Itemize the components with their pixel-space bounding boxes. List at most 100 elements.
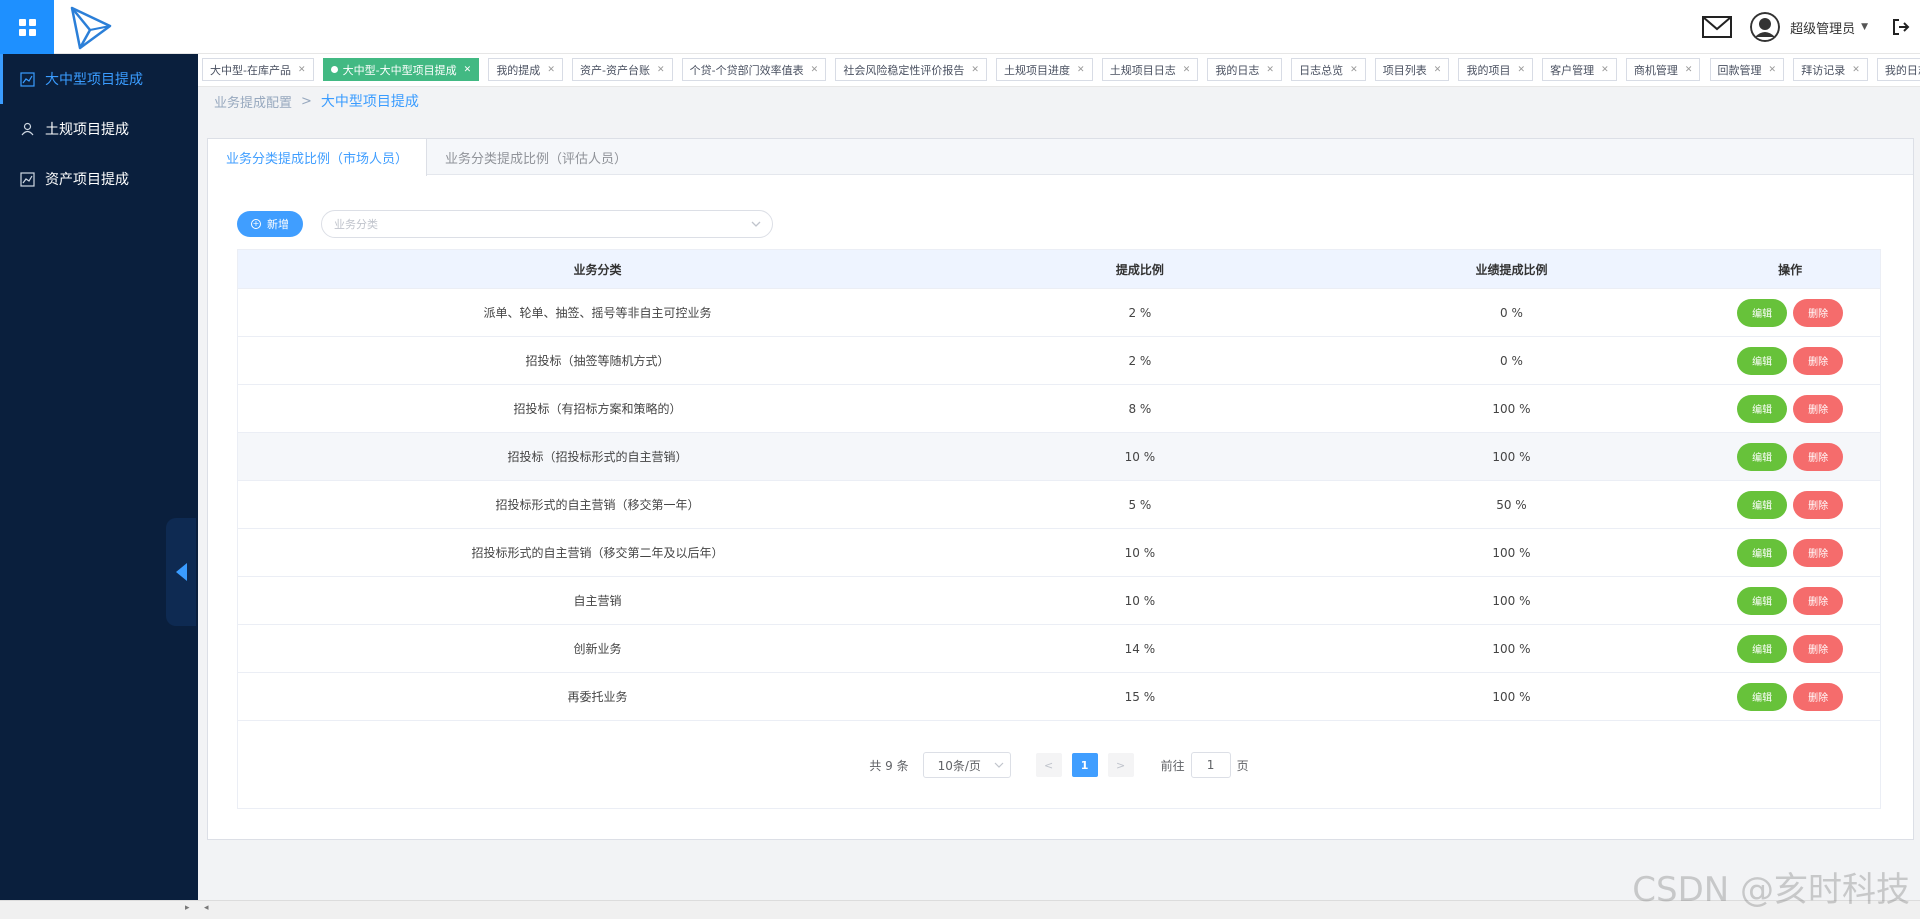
username-label[interactable]: 超级管理员 [1790, 18, 1855, 37]
cell-perf-rate: 0 % [1500, 305, 1523, 320]
page-size-select[interactable]: 10条/页 [922, 752, 1011, 778]
tab-market-staff[interactable]: 业务分类提成比例（市场人员） [208, 139, 428, 176]
breadcrumb-parent[interactable]: 业务提成配置 [214, 92, 292, 111]
cell-rate: 10 % [1124, 449, 1156, 464]
edit-button[interactable]: 编辑 [1737, 346, 1788, 375]
close-icon[interactable]: ✕ [1350, 65, 1358, 75]
tag-item[interactable]: 土规项目日志 ✕ [1101, 58, 1199, 81]
tag-item[interactable]: 土规项目进度 ✕ [996, 58, 1093, 81]
tag-item[interactable]: 拜访记录 ✕ [1793, 58, 1868, 81]
tag-item-active[interactable]: 大中型-大中型项目提成 ✕ [322, 58, 480, 81]
close-icon[interactable]: ✕ [811, 65, 819, 75]
tag-item[interactable]: 大中型-在库产品 ✕ [202, 58, 314, 81]
tag-item[interactable]: 我的日志✕ [1207, 58, 1282, 81]
scroll-left-arrow-icon[interactable]: ◂ [204, 903, 209, 913]
edit-button[interactable]: 编辑 [1737, 538, 1788, 567]
goto-label: 前往 [1160, 758, 1185, 773]
watermark: CSDN @亥时科技 [1632, 870, 1910, 910]
close-icon[interactable]: ✕ [298, 65, 306, 75]
edit-button[interactable]: 编辑 [1737, 586, 1788, 615]
delete-button[interactable]: 删除 [1793, 682, 1844, 711]
goto-page-input[interactable]: 1 [1190, 752, 1231, 778]
sidebar-item-label: 大中型项目提成 [45, 72, 143, 88]
logout-icon[interactable] [1892, 18, 1910, 36]
delete-button[interactable]: 删除 [1793, 538, 1844, 567]
close-icon[interactable]: ✕ [1517, 65, 1525, 75]
tag-item[interactable]: 我的项目 ✕ [1458, 58, 1533, 81]
delete-button[interactable]: 删除 [1793, 634, 1844, 663]
scroll-right-arrow-icon[interactable]: ▸ [185, 903, 190, 913]
table-row: 招投标形式的自主营销（移交第二年及以后年） 10 % 100 % 编辑 删除 [237, 529, 1881, 577]
delete-button[interactable]: 删除 [1793, 442, 1844, 471]
edit-button[interactable]: 编辑 [1737, 442, 1788, 471]
cell-perf-rate: 50 % [1496, 497, 1527, 512]
close-icon[interactable]: ✕ [657, 65, 665, 75]
grid-menu-button[interactable] [0, 0, 54, 54]
mail-icon[interactable] [1702, 16, 1733, 38]
page-size-value: 10条/页 [937, 758, 981, 773]
column-header: 业绩提成比例 [1475, 262, 1548, 277]
tag-item[interactable]: 个贷-个贷部门效率值表 ✕ [681, 58, 827, 81]
cell-category: 招投标（有招标方案和策略的） [513, 402, 682, 416]
next-page-button[interactable]: > [1107, 753, 1134, 777]
delete-button[interactable]: 删除 [1793, 586, 1844, 615]
delete-button[interactable]: 删除 [1793, 298, 1844, 327]
delete-button[interactable]: 删除 [1793, 394, 1844, 423]
tag-item[interactable]: 我的日志✕ [1876, 58, 1920, 81]
cell-perf-rate: 100 % [1492, 401, 1531, 416]
chart-icon [20, 71, 35, 87]
close-icon[interactable]: ✕ [1077, 65, 1085, 75]
tag-item[interactable]: 我的提成 ✕ [488, 58, 563, 81]
collapse-left-icon [175, 563, 187, 581]
prev-page-button[interactable]: < [1035, 753, 1062, 777]
close-icon[interactable]: ✕ [1852, 65, 1860, 75]
toolbar: + 新增 业务分类 [237, 210, 773, 238]
delete-button[interactable]: 删除 [1793, 490, 1844, 519]
close-icon[interactable]: ✕ [1434, 65, 1442, 75]
tag-item[interactable]: 社会风险稳定性评价报告 ✕ [835, 58, 987, 81]
close-icon[interactable]: ✕ [1266, 65, 1274, 75]
tag-item[interactable]: 资产-资产台账 ✕ [572, 58, 673, 81]
edit-button[interactable]: 编辑 [1737, 490, 1788, 519]
close-icon[interactable]: ✕ [1769, 65, 1777, 75]
sidebar-item-asset-project[interactable]: 资产项目提成 [0, 154, 198, 204]
close-icon[interactable]: ✕ [1685, 65, 1693, 75]
close-icon[interactable]: ✕ [1183, 65, 1191, 75]
close-icon[interactable]: ✕ [547, 65, 555, 75]
sidebar: 大中型项目提成 土规项目提成 资产项目提成 [0, 54, 198, 900]
cell-actions: 编辑 删除 [1700, 337, 1880, 384]
caret-down-icon[interactable]: ▼ [1861, 22, 1868, 32]
sidebar-item-land-project[interactable]: 土规项目提成 [0, 104, 198, 154]
tab-evaluation-staff[interactable]: 业务分类提成比例（评估人员） [427, 139, 645, 175]
pagination-total: 共 9 条 [869, 758, 909, 773]
table-footer: 共 9 条 10条/页 < 1 > 前往 1 页 [237, 721, 1881, 809]
sidebar-item-large-project[interactable]: 大中型项目提成 [0, 54, 198, 104]
add-button[interactable]: + 新增 [237, 211, 303, 237]
cell-actions: 编辑 删除 [1700, 481, 1880, 528]
sidebar-collapse-toggle[interactable] [166, 518, 196, 626]
close-icon[interactable]: ✕ [971, 65, 979, 75]
tag-item[interactable]: 日志总览 ✕ [1291, 58, 1366, 81]
page-number-current[interactable]: 1 [1071, 753, 1098, 777]
tag-item[interactable]: 商机管理 ✕ [1625, 58, 1701, 81]
tag-item[interactable]: 回款管理 ✕ [1709, 58, 1785, 81]
edit-button[interactable]: 编辑 [1737, 394, 1788, 423]
category-select[interactable]: 业务分类 [321, 210, 773, 238]
edit-button[interactable]: 编辑 [1737, 682, 1788, 711]
paper-plane-logo [70, 6, 112, 50]
cell-perf-rate: 100 % [1492, 689, 1531, 704]
cell-category: 招投标（抽签等随机方式） [525, 354, 670, 368]
cell-perf-rate: 0 % [1500, 353, 1523, 368]
user-avatar-icon[interactable] [1750, 12, 1781, 42]
close-icon[interactable]: ✕ [1601, 65, 1609, 75]
delete-button[interactable]: 删除 [1793, 346, 1844, 375]
cell-category: 再委托业务 [567, 690, 628, 704]
edit-button[interactable]: 编辑 [1737, 298, 1788, 327]
tag-item[interactable]: 项目列表 ✕ [1374, 58, 1450, 81]
active-dot-icon [330, 66, 338, 73]
close-icon[interactable]: ✕ [464, 65, 472, 75]
tag-item[interactable]: 客户管理 ✕ [1542, 58, 1617, 81]
edit-button[interactable]: 编辑 [1737, 634, 1788, 663]
pagination: 共 9 条 10条/页 < 1 > 前往 1 页 [238, 721, 1880, 809]
users-icon [21, 122, 34, 135]
